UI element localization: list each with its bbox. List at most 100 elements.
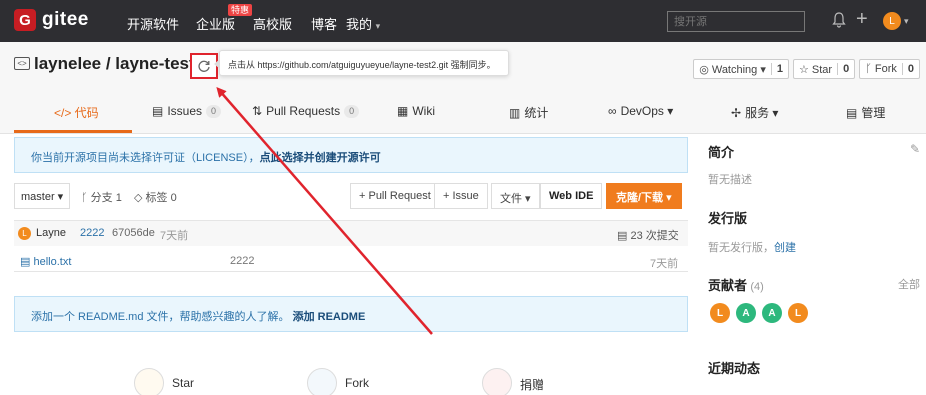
watch-button[interactable]: ◎ Watching ▾ 1 [693,59,789,79]
commit-time: 7天前 [160,230,189,242]
nav-blog[interactable]: 博客 [311,14,337,33]
release-info: 暂无发行版，创建 [708,239,920,255]
gitee-logo[interactable]: G gitee [14,9,89,31]
sidebar-intro: 简介 ✎ 暂无描述 [708,142,920,187]
contributor-avatar[interactable]: A [762,303,782,323]
nav-mine-label: 我的 [346,17,373,32]
star-button[interactable]: ☆ Star 0 [793,59,856,79]
branches-label: 分支 1 [90,192,122,204]
pull-request-icon: ⇅ [252,104,263,118]
fork-button[interactable]: ᚴ Fork 0 [859,59,920,79]
files-dropdown[interactable]: 文件 ▾ [491,183,540,209]
sidebar-activity: 近期动态 [708,358,920,377]
contributor-avatar[interactable]: L [710,303,730,323]
nav-university[interactable]: 高校版 [253,14,292,33]
fork-stat-label: Fork [345,376,369,390]
repo-header: <> laynelee / layne-test2 点击从 https://gi… [0,42,926,134]
commits-count[interactable]: ▤ 23 次提交 [617,227,679,243]
repo-actions: ◎ Watching ▾ 1 ☆ Star 0 ᚴ Fork 0 [693,59,920,79]
star-stat[interactable]: Star [134,368,194,395]
intro-text: 暂无描述 [708,174,752,186]
create-release-link[interactable]: 创建 [774,242,796,254]
license-notice: 你当前开源项目尚未选择许可证（LICENSE），点此选择并创建开源许可 [14,137,688,173]
file-commit-message[interactable]: 2222 [230,255,254,267]
tab-manage-label: 管理 [861,106,886,120]
release-text: 暂无发行版， [708,242,774,254]
commit-author[interactable]: Layne [36,227,66,239]
chevron-down-icon: ▾ [375,21,381,31]
tab-pull-requests[interactable]: ⇅ Pull Requests 0 [252,104,360,118]
tab-code[interactable]: </> 代码 [54,104,99,121]
repo-title[interactable]: laynelee / layne-test2 [34,54,204,74]
tab-manage[interactable]: ▤ 管理 [846,104,885,121]
readme-notice-text: 添加一个 README.md 文件，帮助感兴趣的人了解。 [31,311,290,323]
branch-select[interactable]: master ▾ [14,183,71,209]
activity-title: 近期动态 [708,361,761,376]
file-name-label: hello.txt [33,256,72,268]
nav-mine[interactable]: 我的 ▾ [346,14,380,33]
donate-stat[interactable]: 捐赠 [482,368,544,395]
infinity-icon: ∞ [608,104,617,118]
tab-issues[interactable]: ▤ Issues 0 [152,104,222,118]
contributor-avatar[interactable]: L [788,303,808,323]
license-notice-text: 你当前开源项目尚未选择许可证（LICENSE）， [31,152,260,164]
user-avatar[interactable]: L [883,12,901,30]
contributors-count: (4) [750,281,764,293]
branch-icon: ᚴ [81,192,88,204]
pull-request-button[interactable]: + Pull Request [350,183,440,209]
bell-icon[interactable] [831,11,847,29]
sync-icon [198,60,210,72]
add-readme-link[interactable]: 添加 README [293,311,366,323]
tab-services[interactable]: ✢ 服务 ▾ [731,104,778,121]
chevron-down-icon: ▾ [904,16,909,26]
release-title: 发行版 [708,211,748,226]
tab-stats[interactable]: ▥ 统计 [509,104,548,121]
manage-icon: ▤ [846,105,858,120]
fork-stat[interactable]: Fork [307,368,369,395]
search-input[interactable] [667,11,805,32]
readme-notice: 添加一个 README.md 文件，帮助感兴趣的人了解。 添加 README [14,296,688,332]
clone-download-button[interactable]: 克隆/下载 ▾ [606,183,682,209]
donate-icon [482,368,512,395]
fork-icon [307,368,337,395]
issues-icon: ▤ [152,104,164,118]
tag-icon: ◇ [134,192,143,204]
plus-icon[interactable]: + [856,9,868,29]
tab-wiki[interactable]: ▦ Wiki [397,104,435,118]
watch-count: 1 [770,63,788,75]
file-name[interactable]: ▤ hello.txt [20,255,71,268]
tags-link[interactable]: ◇ 标签 0 [134,189,177,205]
tab-stats-label: 统计 [524,106,549,120]
commit-author-avatar[interactable]: L [18,227,31,240]
tab-services-label: 服务 ▾ [745,106,779,120]
issues-count: 0 [206,104,222,118]
sync-tooltip: 点击从 https://github.com/atguiguyueyue/lay… [214,50,509,76]
active-tab-underline [14,130,132,133]
wiki-icon: ▦ [397,104,409,118]
nav-enterprise[interactable]: 企业版 [196,14,235,33]
tab-devops[interactable]: ∞ DevOps ▾ [608,104,673,118]
commit-hash[interactable]: 67056de [112,227,155,239]
sidebar-contributors: 贡献者 (4) 全部 [708,275,920,294]
hot-badge: 特惠 [228,4,253,16]
web-ide-button[interactable]: Web IDE [540,183,603,209]
contributors-all-link[interactable]: 全部 [898,276,920,292]
tab-pull-requests-label: Pull Requests [266,104,341,118]
nav-open-source[interactable]: 开源软件 [127,14,179,33]
star-count: 0 [837,63,854,75]
edit-icon[interactable]: ✎ [910,142,920,156]
star-icon [134,368,164,395]
repo-tabs: </> 代码 ▤ Issues 0 ⇅ Pull Requests 0 ▦ Wiki ▥ 统… [0,92,926,134]
gitee-logo-text: gitee [42,9,89,30]
tab-wiki-label: Wiki [412,104,436,118]
commit-message[interactable]: 2222 [80,227,104,239]
license-create-link[interactable]: 点此选择并创建开源许可 [260,152,381,164]
branches-link[interactable]: ᚴ 分支 1 [81,189,122,205]
file-icon: ▤ [20,256,31,268]
file-row[interactable]: ▤ hello.txt 2222 7天前 [14,251,688,271]
contributor-avatar[interactable]: A [736,303,756,323]
services-icon: ✢ [731,105,742,120]
issue-button[interactable]: + Issue [434,183,488,209]
file-time: 7天前 [650,258,679,270]
intro-title: 简介 [708,145,735,160]
